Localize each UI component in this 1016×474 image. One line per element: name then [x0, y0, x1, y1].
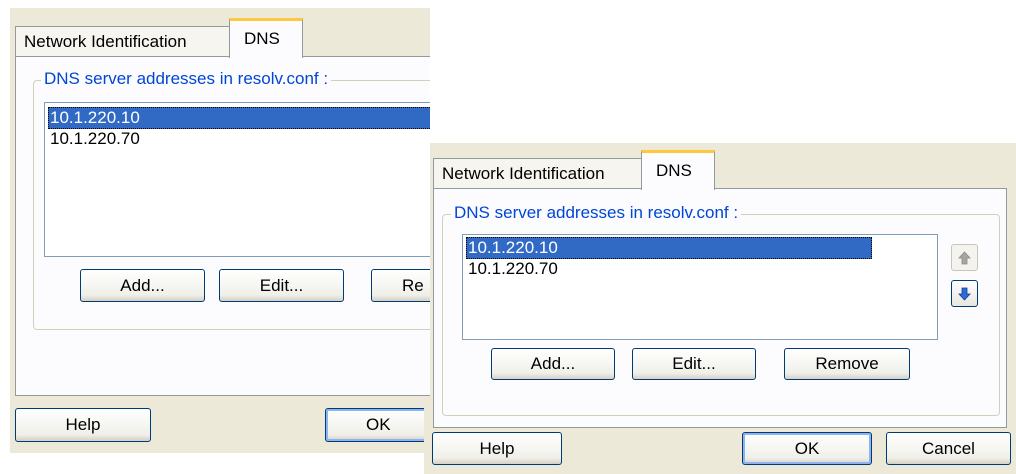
ok-button[interactable]: OK: [325, 408, 430, 442]
up-arrow-icon: [958, 250, 971, 265]
front-dialog: Network Identification DNS DNS server ad…: [424, 143, 1016, 474]
dns-tab-page: DNS server addresses in resolv.conf : 10…: [433, 188, 1007, 428]
remove-button[interactable]: Re: [371, 269, 430, 302]
tab-network-identification[interactable]: Network Identification: [433, 158, 643, 188]
add-button[interactable]: Add...: [491, 348, 615, 380]
move-up-button[interactable]: [951, 244, 978, 271]
down-arrow-icon: [958, 287, 971, 301]
cancel-button[interactable]: Cancel: [886, 432, 1011, 465]
help-button[interactable]: Help: [15, 408, 151, 442]
edit-button[interactable]: Edit...: [219, 269, 344, 302]
group-label: DNS server addresses in resolv.conf :: [451, 203, 742, 223]
dns-tab-page: DNS server addresses in resolv.conf : 10…: [15, 56, 430, 396]
tab-dns[interactable]: DNS: [641, 150, 715, 190]
tab-network-identification[interactable]: Network Identification: [15, 26, 231, 56]
move-down-button[interactable]: [951, 280, 978, 307]
tab-dns[interactable]: DNS: [229, 18, 303, 58]
dns-server-list[interactable]: 10.1.220.10 10.1.220.70: [462, 234, 938, 340]
list-item[interactable]: 10.1.220.10: [466, 237, 872, 259]
help-button[interactable]: Help: [432, 432, 562, 465]
remove-button[interactable]: Remove: [784, 348, 910, 380]
add-button[interactable]: Add...: [80, 269, 205, 302]
list-item[interactable]: 10.1.220.10: [48, 107, 430, 129]
edit-button[interactable]: Edit...: [632, 348, 756, 380]
ok-button[interactable]: OK: [742, 432, 872, 465]
back-dialog: Network Identification DNS DNS server ad…: [10, 8, 430, 453]
list-item[interactable]: 10.1.220.70: [466, 258, 558, 280]
dns-server-list[interactable]: 10.1.220.10 10.1.220.70: [44, 102, 430, 257]
list-item[interactable]: 10.1.220.70: [48, 128, 140, 150]
group-label: DNS server addresses in resolv.conf :: [41, 69, 332, 89]
